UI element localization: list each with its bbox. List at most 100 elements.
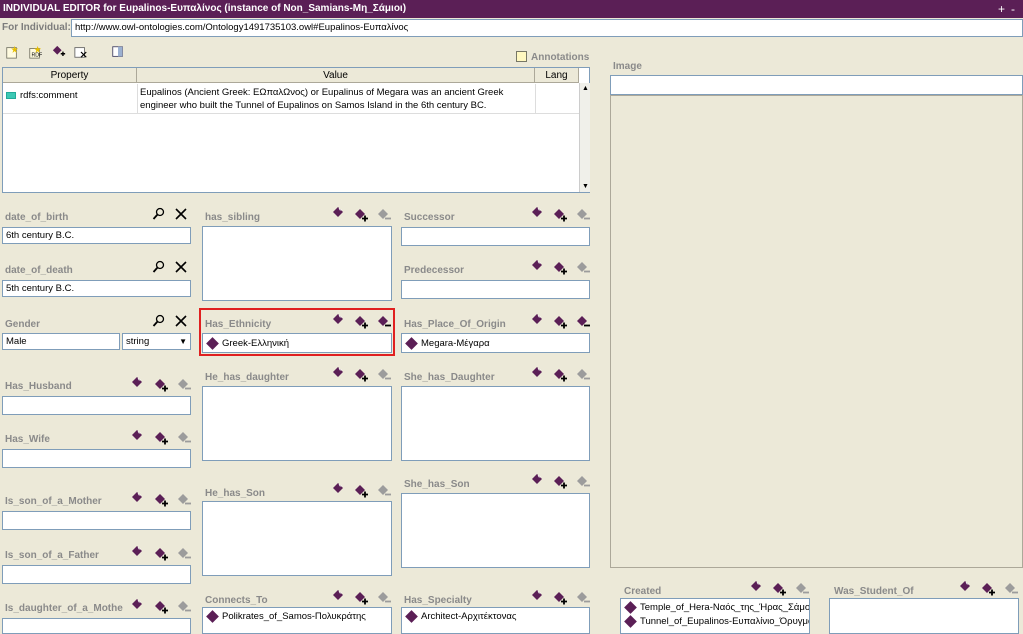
add-icon[interactable]: [531, 473, 545, 487]
he-has-daughter-list[interactable]: [202, 386, 392, 461]
is-son-of-a-mother-field[interactable]: [2, 511, 191, 530]
was-student-of-list[interactable]: [829, 598, 1019, 634]
new-resource-icon[interactable]: RDF: [28, 45, 44, 61]
image-field[interactable]: [610, 75, 1023, 95]
table-row[interactable]: rdfs:comment Eupalinos (Ancient Greek: Ε…: [3, 84, 579, 114]
remove-icon[interactable]: [177, 431, 191, 445]
create-icon[interactable]: [553, 368, 567, 382]
add-icon[interactable]: [531, 366, 545, 380]
create-icon[interactable]: [154, 431, 168, 445]
remove-icon[interactable]: [576, 475, 590, 489]
delete-icon[interactable]: [174, 260, 188, 274]
predecessor-field[interactable]: [401, 280, 590, 299]
remove-icon[interactable]: [177, 600, 191, 614]
add-icon[interactable]: [750, 580, 764, 594]
created-list[interactable]: Temple_of_Hera-Ναός_της_Ήρας_Σάμου Tunne…: [620, 598, 810, 634]
connects-to-list[interactable]: Polikrates_of_Samos-Πολυκράτης: [202, 607, 392, 634]
remove-icon[interactable]: [377, 368, 391, 382]
create-icon[interactable]: [154, 493, 168, 507]
has-husband-field[interactable]: [2, 396, 191, 415]
search-icon[interactable]: [152, 314, 166, 328]
is-daughter-of-a-mother-field[interactable]: [2, 618, 191, 634]
remove-icon[interactable]: [177, 378, 191, 392]
search-icon[interactable]: [152, 207, 166, 221]
search-icon[interactable]: [152, 260, 166, 274]
remove-icon[interactable]: [576, 315, 590, 329]
add-icon[interactable]: [332, 366, 346, 380]
has-specialty-list[interactable]: Architect-Αρχιτέκτονας: [401, 607, 590, 634]
remove-icon[interactable]: [576, 261, 590, 275]
delete-icon[interactable]: [174, 207, 188, 221]
scroll-up-icon[interactable]: ▲: [580, 83, 591, 94]
create-icon[interactable]: [553, 261, 567, 275]
remove-icon[interactable]: [576, 591, 590, 605]
add-icon[interactable]: [531, 313, 545, 327]
add-icon[interactable]: [332, 206, 346, 220]
add-icon[interactable]: [131, 598, 145, 612]
remove-icon[interactable]: [576, 208, 590, 222]
add-icon[interactable]: [531, 589, 545, 603]
has-place-of-origin-list[interactable]: Megara-Μέγαρα: [401, 333, 590, 353]
create-icon[interactable]: [154, 600, 168, 614]
he-has-son-list[interactable]: [202, 501, 392, 576]
column-header-property[interactable]: Property: [3, 68, 137, 83]
create-icon[interactable]: [553, 315, 567, 329]
add-icon[interactable]: [131, 491, 145, 505]
column-header-value[interactable]: Value: [137, 68, 535, 83]
create-icon[interactable]: [154, 378, 168, 392]
create-icon[interactable]: [772, 582, 786, 596]
remove-icon[interactable]: [377, 208, 391, 222]
table-scrollbar[interactable]: ▲ ▼: [579, 83, 590, 192]
gender-type-select[interactable]: string ▼: [122, 333, 191, 350]
remove-icon[interactable]: [795, 582, 809, 596]
add-icon[interactable]: [131, 545, 145, 559]
individual-uri-field[interactable]: http://www.owl-ontologies.com/Ontology14…: [71, 19, 1023, 37]
create-icon[interactable]: [354, 484, 368, 498]
add-window-button[interactable]: +: [998, 0, 1005, 18]
remove-icon[interactable]: [576, 368, 590, 382]
add-icon[interactable]: [131, 429, 145, 443]
add-icon[interactable]: [131, 376, 145, 390]
create-icon[interactable]: [354, 368, 368, 382]
add-value-icon[interactable]: [52, 45, 68, 61]
list-item[interactable]: Temple_of_Hera-Ναός_της_Ήρας_Σάμου: [621, 601, 809, 614]
successor-field[interactable]: [401, 227, 590, 246]
column-header-lang[interactable]: Lang: [535, 68, 579, 83]
create-icon[interactable]: [553, 591, 567, 605]
has-wife-field[interactable]: [2, 449, 191, 468]
gender-field[interactable]: Male: [2, 333, 120, 350]
create-icon[interactable]: [354, 208, 368, 222]
add-icon[interactable]: [332, 589, 346, 603]
add-icon[interactable]: [959, 580, 973, 594]
add-icon[interactable]: [531, 259, 545, 273]
delete-icon[interactable]: [174, 314, 188, 328]
list-item[interactable]: Megara-Μέγαρα: [402, 337, 589, 350]
new-annotation-icon[interactable]: [5, 45, 21, 61]
add-icon[interactable]: [332, 482, 346, 496]
she-has-daughter-list[interactable]: [401, 386, 590, 461]
remove-icon[interactable]: [377, 591, 391, 605]
she-has-son-list[interactable]: [401, 493, 590, 568]
remove-icon[interactable]: [1004, 582, 1018, 596]
chevron-down-icon[interactable]: ▼: [179, 334, 187, 349]
scroll-down-icon[interactable]: ▼: [580, 181, 591, 192]
remove-icon[interactable]: [177, 493, 191, 507]
date-of-death-field[interactable]: 5th century B.C.: [2, 280, 191, 297]
create-icon[interactable]: [154, 547, 168, 561]
add-icon[interactable]: [531, 206, 545, 220]
create-icon[interactable]: [553, 475, 567, 489]
list-item[interactable]: Architect-Αρχιτέκτονας: [402, 610, 589, 623]
create-icon[interactable]: [553, 208, 567, 222]
delete-value-icon[interactable]: [74, 45, 90, 61]
remove-icon[interactable]: [377, 484, 391, 498]
create-icon[interactable]: [981, 582, 995, 596]
view-icon[interactable]: [111, 45, 127, 61]
has-sibling-list[interactable]: [202, 226, 392, 301]
create-icon[interactable]: [354, 591, 368, 605]
list-item[interactable]: Polikrates_of_Samos-Πολυκράτης: [203, 610, 391, 623]
remove-window-button[interactable]: -: [1011, 0, 1015, 18]
is-son-of-a-father-field[interactable]: [2, 565, 191, 584]
remove-icon[interactable]: [177, 547, 191, 561]
date-of-birth-field[interactable]: 6th century B.C.: [2, 227, 191, 244]
list-item[interactable]: Tunnel_of_Eupalinos-Ευπαλίνιο_Όρυγμα: [621, 615, 809, 628]
